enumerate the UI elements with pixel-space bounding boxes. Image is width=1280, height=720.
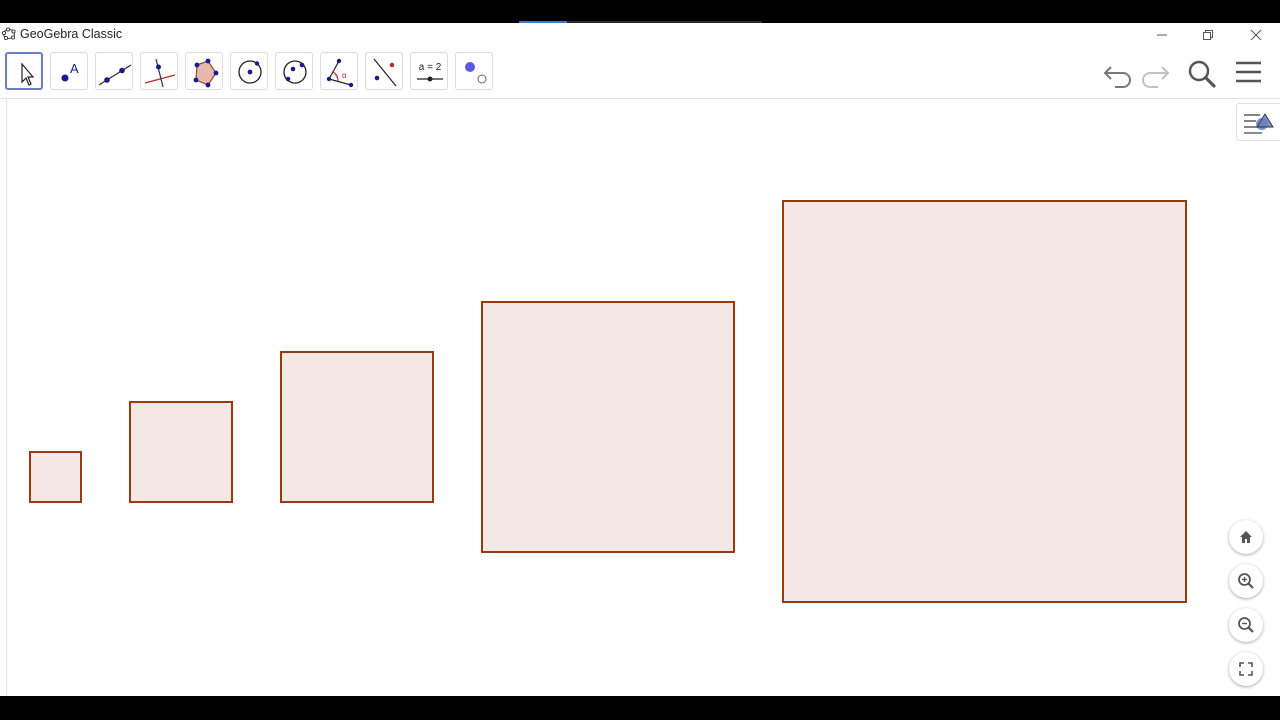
fullscreen-icon (1239, 662, 1253, 676)
show-hide-tool-button[interactable] (455, 52, 493, 90)
menu-icon (1236, 61, 1261, 83)
restore-icon (1203, 29, 1213, 40)
circle-icon (238, 60, 262, 84)
home-icon (1240, 531, 1252, 543)
perpendicular-icon (144, 58, 176, 88)
zoom-in-button[interactable] (1229, 564, 1263, 598)
search-button[interactable] (1184, 56, 1218, 90)
square-3[interactable] (280, 351, 434, 503)
square-1[interactable] (29, 451, 82, 503)
style-bar-toggle-button[interactable] (1236, 103, 1280, 141)
undo-icon (1103, 66, 1131, 88)
toolbar: A α a = 2 (0, 46, 1280, 99)
zoom-in-icon (1238, 573, 1254, 589)
geogebra-logo-icon (2, 27, 16, 41)
reflect-tool-button[interactable] (365, 52, 403, 90)
graphics-view[interactable] (7, 99, 1280, 696)
show-hide-object-icon (465, 62, 487, 84)
redo-button[interactable] (1138, 56, 1172, 90)
square-2[interactable] (129, 401, 233, 503)
polygon-tool-button[interactable] (185, 52, 223, 90)
angle-tool-button[interactable]: α (320, 52, 358, 90)
point-label: A (70, 61, 79, 76)
bottom-black-bar (0, 696, 1280, 720)
angle-label: α (342, 71, 347, 80)
style-bar-icon (1244, 113, 1274, 134)
minimize-button[interactable] (1139, 23, 1185, 46)
move-tool-button[interactable] (5, 52, 43, 90)
close-button[interactable] (1233, 23, 1279, 46)
arrow-pointer-icon (21, 62, 35, 86)
slider-tool-button[interactable]: a = 2 (410, 52, 448, 90)
line-icon (98, 64, 132, 86)
zoom-out-icon (1238, 617, 1254, 633)
polygon-icon (193, 58, 219, 88)
circle-tool-button[interactable] (230, 52, 268, 90)
perpendicular-line-tool-button[interactable] (140, 52, 178, 90)
circle-3pts-icon (283, 60, 307, 84)
menu-button[interactable] (1232, 56, 1266, 90)
slider-icon: a = 2 (417, 62, 443, 82)
window-title: GeoGebra Classic (20, 27, 123, 41)
square-4[interactable] (481, 301, 735, 553)
angle-icon: α (326, 58, 354, 88)
search-icon (1188, 60, 1216, 88)
minimize-icon (1157, 34, 1167, 35)
zoom-out-button[interactable] (1229, 608, 1263, 642)
point-tool-button[interactable]: A (50, 52, 88, 90)
undo-button[interactable] (1101, 56, 1135, 90)
close-icon (1250, 29, 1262, 40)
square-5[interactable] (782, 200, 1187, 603)
slider-label: a = 2 (419, 62, 442, 73)
title-bar: GeoGebra Classic (0, 23, 1280, 46)
redo-icon (1142, 66, 1170, 88)
reflect-icon (373, 58, 397, 87)
top-black-bar (0, 0, 1280, 23)
home-button[interactable] (1229, 520, 1263, 554)
point-icon: A (61, 61, 79, 82)
fullscreen-button[interactable] (1229, 652, 1263, 686)
line-tool-button[interactable] (95, 52, 133, 90)
circle-three-points-tool-button[interactable] (275, 52, 313, 90)
algebra-view-collapsed[interactable] (0, 99, 7, 696)
restore-button[interactable] (1185, 23, 1231, 46)
